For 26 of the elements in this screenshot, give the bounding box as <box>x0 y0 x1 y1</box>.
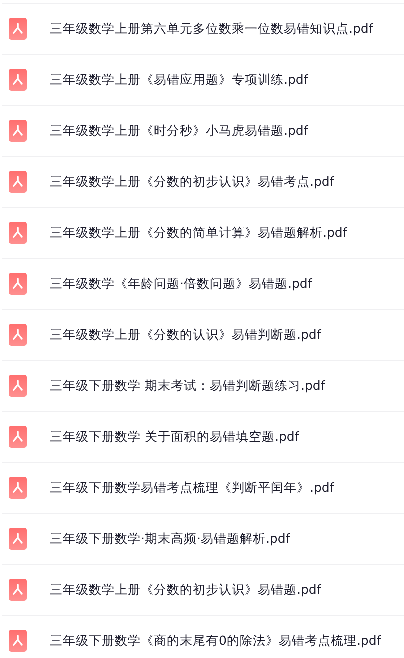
file-name[interactable]: 三年级数学上册第六单元多位数乘一位数易错知识点.pdf <box>50 20 374 38</box>
file-name[interactable]: 三年级数学上册《分数的简单计算》易错题解析.pdf <box>50 224 348 242</box>
pdf-file-icon <box>9 324 27 346</box>
pdf-file-icon <box>9 18 27 40</box>
file-name[interactable]: 三年级下册数学 期末考试：易错判断题练习.pdf <box>50 378 326 394</box>
file-name[interactable]: 三年级数学上册《分数的初步认识》易错考点.pdf <box>50 174 334 190</box>
file-name[interactable]: 三年级下册数学《商的末尾有0的除法》易错考点梳理.pdf <box>50 632 382 650</box>
pdf-file-icon <box>9 375 27 397</box>
pdf-file-icon <box>9 426 27 448</box>
pdf-file-icon <box>9 273 27 295</box>
file-name[interactable]: 三年级数学上册《分数的认识》易错判断题.pdf <box>50 326 322 344</box>
pdf-file-icon <box>9 120 27 142</box>
file-name[interactable]: 三年级数学上册《时分秒》小马虎易错题.pdf <box>50 122 308 140</box>
pdf-file-icon <box>9 630 27 652</box>
pdf-file-icon <box>9 579 27 601</box>
file-name[interactable]: 三年级下册数学易错考点梳理《判断平闰年》.pdf <box>50 480 334 496</box>
pdf-file-icon <box>9 171 27 193</box>
pdf-file-icon <box>9 528 27 550</box>
pdf-file-icon <box>9 69 27 91</box>
pdf-file-icon <box>9 222 27 244</box>
pdf-file-icon <box>9 477 27 499</box>
file-name[interactable]: 三年级数学上册《易错应用题》专项训练.pdf <box>50 72 308 88</box>
file-name[interactable]: 三年级数学上册《分数的初步认识》易错题.pdf <box>50 582 322 598</box>
file-name[interactable]: 三年级下册数学·期末高频·易错题解析.pdf <box>50 530 290 548</box>
file-name[interactable]: 三年级数学《年龄问题·倍数问题》易错题.pdf <box>50 276 312 292</box>
file-name[interactable]: 三年级下册数学 关于面积的易错填空题.pdf <box>50 428 300 446</box>
